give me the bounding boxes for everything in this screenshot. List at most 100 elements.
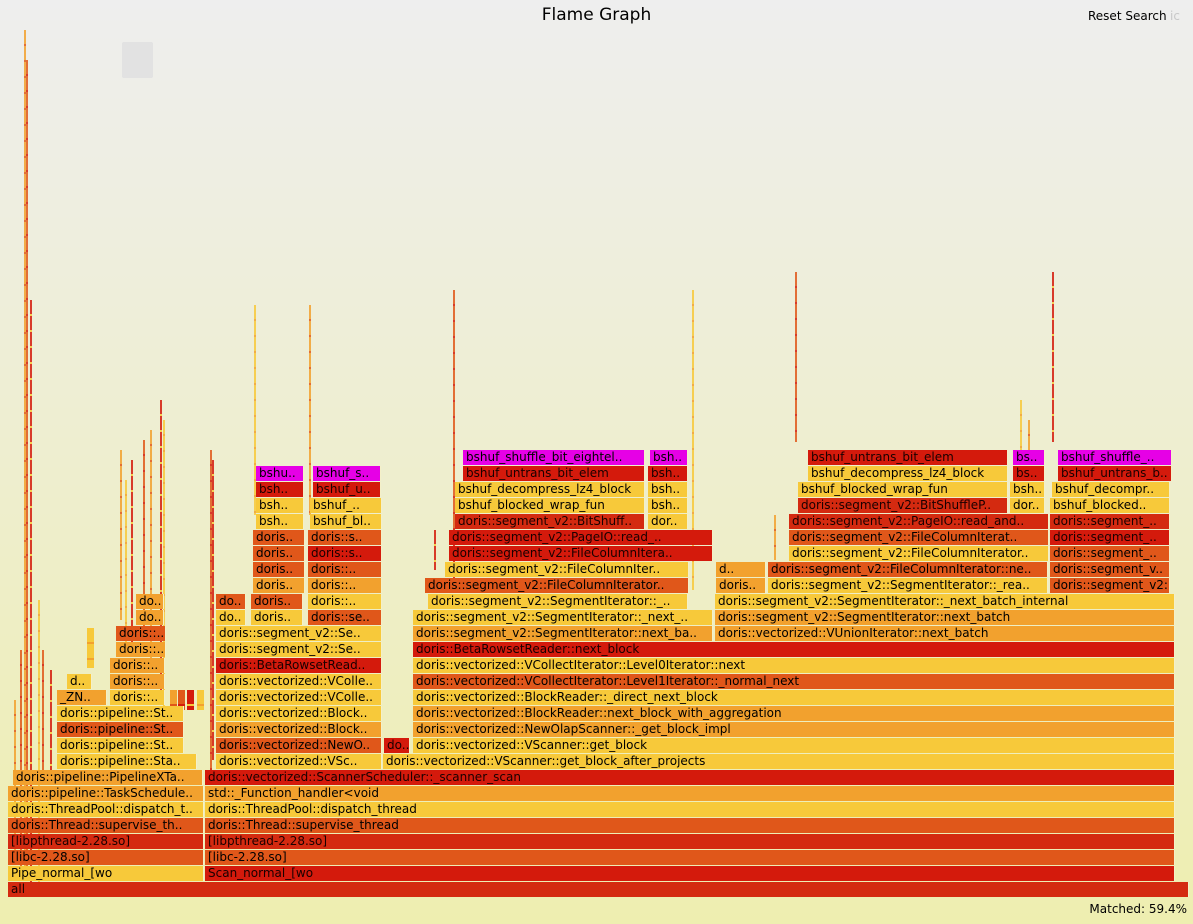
flame-frame[interactable]: doris::ThreadPool::dispatch_t.. bbox=[8, 802, 204, 817]
flame-frame[interactable]: doris::segment_.. bbox=[1050, 514, 1170, 529]
flame-frame-sliver[interactable] bbox=[24, 30, 26, 875]
flame-frame[interactable]: doris::segment_v2::SegmentIterator::next… bbox=[413, 626, 713, 641]
flame-frame[interactable]: doris::segment_v2::FileColumnIterator.. bbox=[425, 578, 689, 593]
flame-frame-sliver[interactable] bbox=[187, 690, 194, 710]
flame-frame[interactable]: doris::.. bbox=[110, 690, 165, 705]
flame-frame[interactable]: doris::vectorized::VUnionIterator::next_… bbox=[715, 626, 1175, 641]
flame-frame[interactable]: doris::segment_v2::SegmentIterator::_rea… bbox=[768, 578, 1048, 593]
flame-frame[interactable]: [libpthread-2.28.so] bbox=[8, 834, 204, 849]
flame-frame[interactable]: bsh.. bbox=[648, 482, 688, 497]
flame-frame[interactable]: doris::s.. bbox=[308, 530, 382, 545]
flame-frame[interactable]: bsh.. bbox=[648, 498, 688, 513]
flame-frame[interactable]: bsh.. bbox=[648, 466, 688, 481]
flame-frame[interactable]: bsh.. bbox=[1010, 482, 1045, 497]
flame-frame-sliver[interactable] bbox=[774, 515, 776, 560]
flame-frame[interactable]: doris::vectorized::VCollectIterator::Lev… bbox=[413, 658, 1175, 673]
flame-frame[interactable]: doris::Thread::supervise_thread bbox=[205, 818, 1175, 833]
flame-frame[interactable]: bshuf_shuffle_.. bbox=[1058, 450, 1172, 465]
flame-frame[interactable]: doris::vectorized::VScanner::get_block bbox=[413, 738, 1175, 753]
flame-frame[interactable]: bshuf_decompr.. bbox=[1052, 482, 1170, 497]
flame-frame[interactable]: doris::segment_v2::FileColumnIterator.. bbox=[789, 546, 1049, 561]
flame-frame[interactable]: doris.. bbox=[253, 578, 305, 593]
flame-frame[interactable]: doris::s.. bbox=[308, 546, 382, 561]
flame-frame[interactable]: bshuf_blocked_wrap_fun bbox=[455, 498, 645, 513]
flame-frame-sliver[interactable] bbox=[42, 650, 44, 770]
flame-frame-sliver[interactable] bbox=[210, 450, 212, 770]
flame-frame[interactable]: doris::vectorized::ScannerScheduler::_sc… bbox=[205, 770, 1175, 785]
flame-frame[interactable]: doris::segment_v2::FileColumnIter.. bbox=[445, 562, 689, 577]
flame-frame[interactable]: doris::pipeline::St.. bbox=[57, 738, 184, 753]
flame-frame[interactable]: do.. bbox=[384, 738, 410, 753]
flame-frame[interactable]: doris.. bbox=[253, 562, 305, 577]
flame-frame[interactable]: doris::segment_v2::PageIO::read_and.. bbox=[789, 514, 1049, 529]
flame-frame-sliver[interactable] bbox=[125, 480, 127, 650]
flame-frame[interactable]: doris::segment_v2::SegmentIterator::next… bbox=[715, 610, 1175, 625]
flame-frame[interactable]: doris::segment_v2::Se.. bbox=[216, 626, 382, 641]
flame-frame[interactable]: doris::pipeline::Sta.. bbox=[57, 754, 197, 769]
flame-frame[interactable]: bshuf_s.. bbox=[313, 466, 381, 481]
flame-frame[interactable]: bshuf_blocked_wrap_fun bbox=[798, 482, 1008, 497]
flame-frame[interactable]: [libc-2.28.so] bbox=[8, 850, 204, 865]
flame-frame[interactable]: doris::pipeline::St.. bbox=[57, 706, 184, 721]
flame-frame[interactable]: doris::.. bbox=[308, 562, 382, 577]
flame-frame[interactable]: doris::segment_v2::FileColumnItera.. bbox=[449, 546, 713, 561]
flame-frame[interactable]: do.. bbox=[216, 610, 246, 625]
flame-frame[interactable]: bshu.. bbox=[256, 466, 304, 481]
flame-frame-sliver[interactable] bbox=[1052, 272, 1054, 442]
flame-frame[interactable]: doris::vectorized::NewO.. bbox=[216, 738, 382, 753]
flame-frame-sliver[interactable] bbox=[26, 60, 28, 880]
flame-frame[interactable]: dor.. bbox=[1010, 498, 1045, 513]
flame-frame[interactable]: Pipe_normal_[wo bbox=[8, 866, 204, 881]
flame-frame[interactable]: doris::BetaRowsetReader::next_block bbox=[413, 642, 1175, 657]
flame-frame[interactable]: bs.. bbox=[1013, 466, 1045, 481]
flame-frame[interactable]: d.. bbox=[67, 674, 92, 689]
flame-frame[interactable]: doris::vectorized::VScanner::get_block_a… bbox=[383, 754, 1175, 769]
flame-frame[interactable]: doris::segment_v.. bbox=[1050, 562, 1170, 577]
flame-frame[interactable]: bs.. bbox=[1013, 450, 1045, 465]
flame-frame[interactable]: doris::vectorized::VColle.. bbox=[216, 690, 382, 705]
flame-frame[interactable]: doris::se.. bbox=[308, 610, 382, 625]
flame-frame[interactable]: [libc-2.28.so] bbox=[205, 850, 1175, 865]
flame-frame[interactable]: bshuf_decompress_lz4_block bbox=[455, 482, 645, 497]
flame-frame-sliver[interactable] bbox=[87, 628, 94, 668]
flame-frame[interactable]: do.. bbox=[216, 594, 246, 609]
flame-frame[interactable]: bshuf_bl.. bbox=[310, 514, 382, 529]
flame-frame[interactable]: doris::segment_v2::BitShuff.. bbox=[455, 514, 645, 529]
flame-frame[interactable]: bshuf_decompress_lz4_block bbox=[808, 466, 1008, 481]
flame-frame[interactable]: bsh.. bbox=[256, 498, 304, 513]
flame-frame[interactable]: doris::vectorized::VColle.. bbox=[216, 674, 382, 689]
flame-frame[interactable]: Scan_normal_[wo bbox=[205, 866, 1175, 881]
flame-frame[interactable]: doris::vectorized::VSc.. bbox=[216, 754, 382, 769]
flame-frame[interactable]: all bbox=[8, 882, 1189, 897]
flame-frame[interactable]: doris::.. bbox=[116, 626, 166, 641]
flame-frame[interactable]: doris.. bbox=[253, 546, 305, 561]
flame-frame[interactable]: doris::segment_.. bbox=[1050, 530, 1170, 545]
flame-frame[interactable]: bsh.. bbox=[256, 514, 304, 529]
flame-frame-sliver[interactable] bbox=[434, 530, 436, 570]
flame-frame[interactable]: bshuf_untrans_bit_elem bbox=[463, 466, 645, 481]
flame-frame[interactable]: doris::ThreadPool::dispatch_thread bbox=[205, 802, 1175, 817]
flame-frame[interactable]: doris.. bbox=[253, 530, 305, 545]
flame-frame[interactable]: doris::.. bbox=[308, 578, 382, 593]
flame-frame[interactable]: doris::vectorized::NewOlapScanner::_get_… bbox=[413, 722, 1175, 737]
flame-frame[interactable]: doris::segment_v2::FileColumnIterator::n… bbox=[768, 562, 1048, 577]
flame-frame[interactable]: doris::.. bbox=[116, 642, 166, 657]
flame-frame[interactable]: doris::vectorized::VCollectIterator::Lev… bbox=[413, 674, 1175, 689]
flame-frame-sliver[interactable] bbox=[692, 290, 694, 590]
flame-frame-sliver[interactable] bbox=[131, 460, 133, 650]
flame-frame[interactable]: doris::segment_v2::FileColumnIterat.. bbox=[789, 530, 1049, 545]
flame-frame-sliver[interactable] bbox=[795, 272, 797, 442]
flame-frame[interactable]: doris::vectorized::Block.. bbox=[216, 706, 382, 721]
flame-frame[interactable]: doris::pipeline::TaskSchedule.. bbox=[8, 786, 204, 801]
flame-frame[interactable]: doris::segment_.. bbox=[1050, 546, 1170, 561]
flame-frame[interactable]: bshuf_untrans_bit_elem bbox=[808, 450, 1008, 465]
flame-frame-sliver[interactable] bbox=[50, 670, 52, 770]
flame-frame[interactable]: do.. bbox=[136, 594, 164, 609]
flame-frame[interactable]: doris.. bbox=[251, 594, 303, 609]
flame-frame-sliver[interactable] bbox=[453, 290, 455, 590]
flame-frame[interactable]: doris::vectorized::BlockReader::_direct_… bbox=[413, 690, 1175, 705]
flame-frame[interactable]: doris::.. bbox=[110, 674, 165, 689]
flame-frame[interactable]: doris::segment_v2::BitShuffleP.. bbox=[798, 498, 1008, 513]
flame-frame[interactable]: bshuf_u.. bbox=[313, 482, 381, 497]
flame-frame[interactable]: doris::segment_v2::PageIO::read_.. bbox=[449, 530, 713, 545]
